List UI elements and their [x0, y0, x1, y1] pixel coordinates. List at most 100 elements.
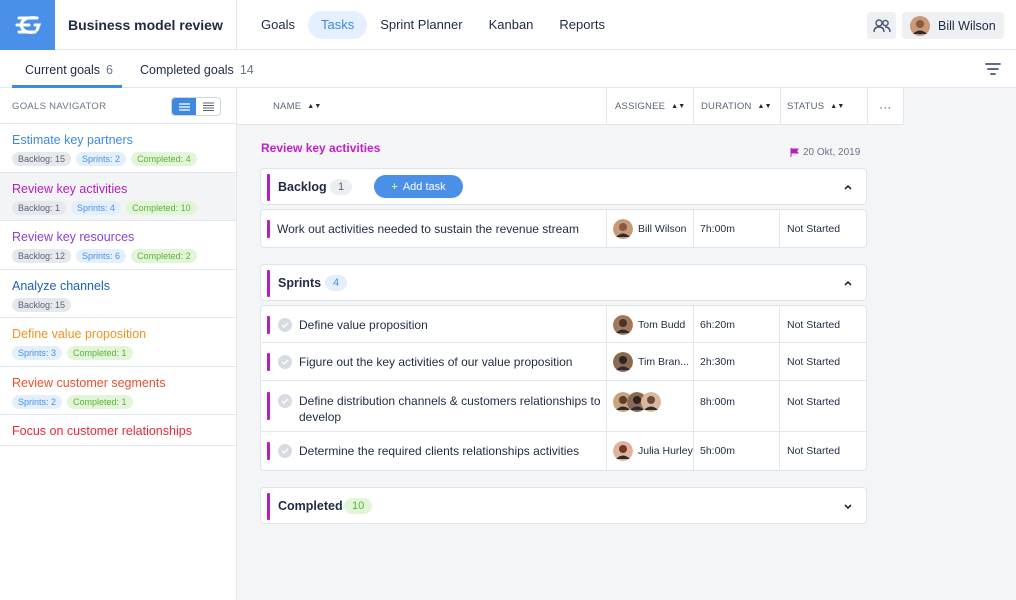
- avatar: [641, 392, 661, 412]
- assignee-cell[interactable]: Tim Bran...: [613, 352, 689, 372]
- add-task-button[interactable]: + Add task: [374, 175, 463, 198]
- logo-icon: [15, 16, 41, 34]
- completed-badge: Completed: 1: [67, 346, 133, 360]
- compact-view-button[interactable]: [196, 98, 220, 115]
- task-row[interactable]: Define value proposition Tom Budd 6h:20m No…: [261, 306, 866, 343]
- divider: [780, 88, 781, 125]
- people-icon: [872, 18, 891, 32]
- complete-checkbox[interactable]: [278, 444, 292, 458]
- completed-count: 10: [344, 498, 373, 514]
- top-bar: Business model review Goals Tasks Sprint…: [0, 0, 1016, 50]
- complete-checkbox[interactable]: [278, 394, 292, 408]
- column-name[interactable]: NAME ▲▼: [273, 88, 322, 125]
- user-menu[interactable]: Bill Wilson: [902, 12, 1004, 39]
- task-row[interactable]: Determine the required clients relations…: [261, 432, 866, 470]
- check-icon: [281, 359, 289, 365]
- chevron-up-icon[interactable]: [843, 182, 853, 192]
- assignee-cell[interactable]: Bill Wilson: [613, 219, 686, 239]
- app-logo[interactable]: [0, 0, 55, 50]
- task-row[interactable]: Figure out the key activities of our val…: [261, 343, 866, 381]
- divider: [693, 88, 694, 125]
- sprints-section-header[interactable]: Sprints 4: [260, 264, 867, 301]
- backlog-badge: Backlog: 15: [12, 297, 72, 312]
- tab-completed-goals[interactable]: Completed goals 14: [140, 63, 254, 77]
- nav-reports[interactable]: Reports: [546, 11, 618, 39]
- task-name[interactable]: Work out activities needed to sustain th…: [277, 221, 601, 237]
- assignee-name: Bill Wilson: [638, 223, 687, 235]
- complete-checkbox[interactable]: [278, 355, 292, 369]
- completed-section-header[interactable]: Completed 10: [260, 487, 867, 524]
- project-title: Business model review: [68, 17, 223, 33]
- nav-goals[interactable]: Goals: [248, 11, 308, 39]
- backlog-badge: Backlog: 1: [12, 200, 67, 215]
- chevron-up-icon[interactable]: [843, 278, 853, 288]
- chevron-down-icon[interactable]: [843, 501, 853, 511]
- navigator-title: GOALS NAVIGATOR: [12, 101, 107, 112]
- goal-item[interactable]: Review key activities Backlog: 1 Sprints: …: [0, 172, 236, 221]
- goal-item[interactable]: Define value proposition Sprints: 3 Comple…: [0, 318, 236, 367]
- divider: [236, 0, 237, 50]
- backlog-section-header[interactable]: Backlog 1 + Add task: [260, 168, 867, 205]
- goal-title: Estimate key partners: [12, 133, 133, 147]
- column-assignee[interactable]: ASSIGNEE ▲▼: [615, 88, 685, 125]
- status-cell[interactable]: Not Started: [787, 356, 840, 368]
- more-options-button[interactable]: ···: [879, 88, 892, 125]
- task-name[interactable]: Determine the required clients relations…: [299, 443, 601, 459]
- status-cell[interactable]: Not Started: [787, 223, 840, 235]
- divider: [606, 432, 607, 470]
- assignee-cell[interactable]: [613, 392, 666, 415]
- filter-icon[interactable]: [985, 62, 1001, 76]
- task-name[interactable]: Define value proposition: [299, 317, 601, 333]
- sort-icon: ▲▼: [830, 103, 845, 110]
- goal-item[interactable]: Focus on customer relationships: [0, 415, 236, 446]
- goal-title: Focus on customer relationships: [12, 424, 192, 438]
- completed-badge: Completed: 10: [126, 200, 197, 215]
- goal-title: Review key activities: [12, 181, 128, 196]
- date-text: 20 Okt, 2019: [803, 147, 861, 158]
- duration-cell: 2h:30m: [700, 356, 736, 368]
- check-icon: [281, 322, 289, 328]
- divider: [606, 306, 607, 342]
- goal-title: Review key resources: [12, 230, 135, 244]
- tab-label: Completed goals: [140, 63, 234, 77]
- divider: [693, 306, 694, 342]
- divider: [779, 306, 780, 342]
- tab-count: 14: [239, 63, 254, 77]
- status-cell[interactable]: Not Started: [787, 445, 840, 457]
- nav-sprint-planner[interactable]: Sprint Planner: [367, 11, 475, 39]
- divider: [867, 88, 868, 125]
- task-row[interactable]: Define distribution channels & customers…: [261, 381, 866, 432]
- goal-item[interactable]: Estimate key partners Backlog: 15 Sprints:…: [0, 124, 236, 173]
- backlog-count: 1: [330, 179, 353, 195]
- status-cell[interactable]: Not Started: [787, 319, 840, 331]
- column-status[interactable]: STATUS ▲▼: [787, 88, 845, 125]
- team-button[interactable]: [867, 12, 896, 39]
- goal-item[interactable]: Review key resources Backlog: 12 Sprints: …: [0, 221, 236, 270]
- list-view-button[interactable]: [172, 98, 196, 115]
- avatar: [613, 219, 633, 239]
- nav-kanban[interactable]: Kanban: [476, 11, 547, 39]
- assignee-cell[interactable]: Julia Hurley: [613, 441, 693, 461]
- section-title: Sprints: [278, 276, 322, 290]
- complete-checkbox[interactable]: [278, 318, 292, 332]
- goal-item[interactable]: Review customer segments Sprints: 2 Comple…: [0, 367, 236, 415]
- task-row[interactable]: Work out activities needed to sustain th…: [261, 210, 866, 247]
- assignee-cell[interactable]: Tom Budd: [613, 315, 685, 335]
- goal-title: Review customer segments: [12, 375, 166, 390]
- goal-badges: Sprints: 3 Completed: 1: [12, 346, 224, 360]
- task-name[interactable]: Define distribution channels & customers…: [299, 393, 601, 425]
- goal-item[interactable]: Analyze channels Backlog: 15: [0, 270, 236, 318]
- tab-current-goals[interactable]: Current goals 6: [25, 63, 113, 77]
- section-color-bar: [267, 174, 270, 201]
- nav-tasks[interactable]: Tasks: [307, 11, 368, 39]
- column-duration[interactable]: DURATION ▲▼: [701, 88, 772, 125]
- goal-badges: Backlog: 15 Sprints: 2 Completed: 4: [12, 152, 224, 166]
- sprints-badge: Sprints: 3: [12, 346, 63, 360]
- add-task-label: Add task: [402, 180, 446, 193]
- task-color-bar: [267, 392, 270, 420]
- column-label: STATUS: [787, 101, 825, 112]
- task-name[interactable]: Figure out the key activities of our val…: [299, 354, 601, 370]
- column-label: DURATION: [701, 101, 752, 112]
- status-cell[interactable]: Not Started: [787, 396, 840, 408]
- tab-label: Current goals: [25, 63, 101, 77]
